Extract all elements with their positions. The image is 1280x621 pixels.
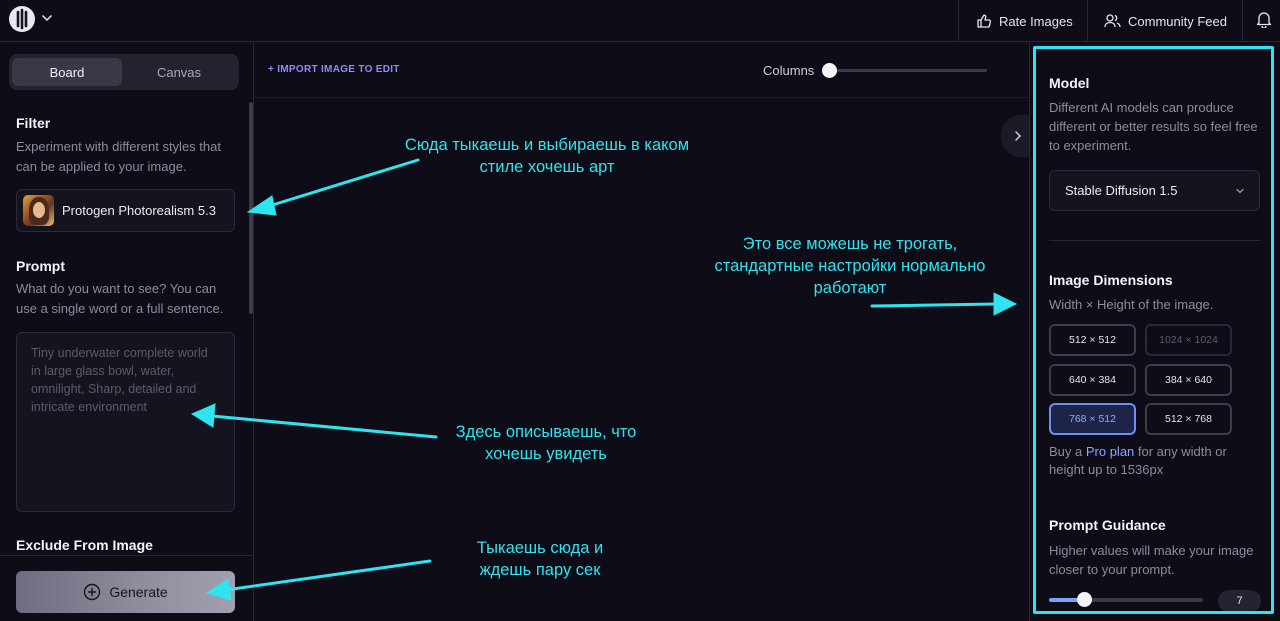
arrow-to-settings [870, 302, 998, 308]
arrow-to-filter [264, 158, 420, 209]
arrow-head-settings [993, 292, 1018, 316]
arrow-head-filter [246, 195, 277, 216]
annotation-arrows [190, 158, 1018, 601]
arrow-head-generate [205, 578, 232, 601]
arrow-head-prompt [190, 403, 216, 428]
arrow-to-generate [224, 559, 432, 592]
arrow-to-prompt [210, 414, 438, 439]
